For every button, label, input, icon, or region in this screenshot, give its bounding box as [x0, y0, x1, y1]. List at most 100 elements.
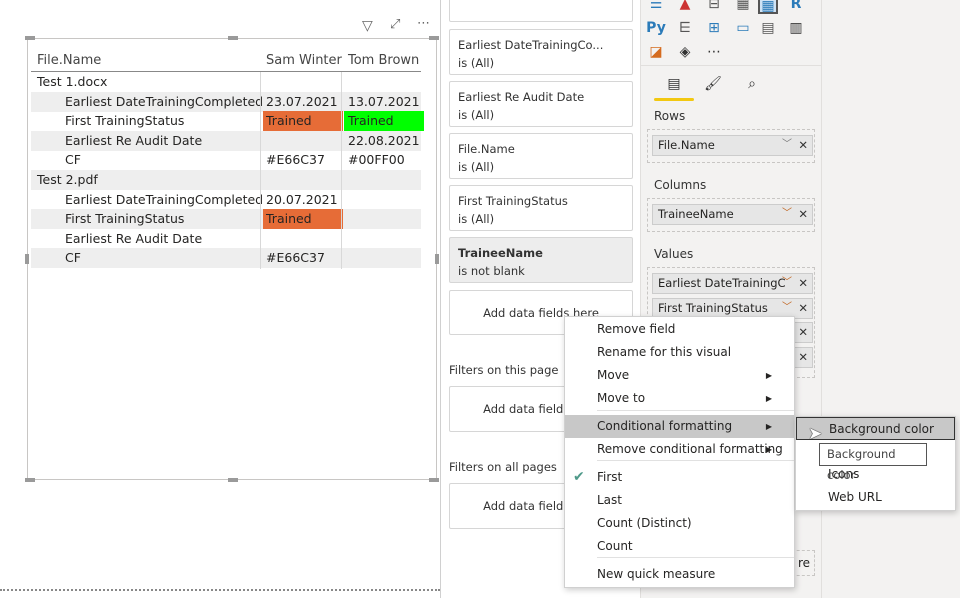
- rows-field-pill[interactable]: File.Name ﹀ ✕: [652, 135, 813, 156]
- filter-card[interactable]: is (All): [449, 0, 633, 22]
- filter-card[interactable]: TraineeName is not blank: [449, 237, 633, 283]
- filter-card[interactable]: First TrainingStatus is (All): [449, 185, 633, 231]
- columns-field-pill[interactable]: TraineeName ﹀ ✕: [652, 204, 813, 225]
- menu-item-icons[interactable]: Icons: [796, 463, 955, 486]
- menu-item-new-quick-measure[interactable]: New quick measure: [565, 563, 794, 586]
- remove-icon[interactable]: ✕: [798, 205, 808, 224]
- filter-card[interactable]: Earliest Re Audit Date is (All): [449, 81, 633, 127]
- resize-handle[interactable]: [228, 36, 238, 40]
- menu-item-remove-field[interactable]: Remove field: [565, 318, 794, 341]
- menu-item-move-to[interactable]: Move to ▶: [565, 387, 794, 410]
- values-label: Values: [654, 247, 694, 261]
- filter-icon[interactable]: ▽: [362, 18, 373, 34]
- column-header-tom-brown[interactable]: Tom Brown: [348, 53, 419, 68]
- resize-handle[interactable]: [25, 254, 29, 264]
- more-visuals-icon[interactable]: ⋯: [704, 42, 724, 62]
- table-row[interactable]: First TrainingStatus Trained Trained: [31, 111, 424, 132]
- cell-sam-winter: 20.07.2021: [266, 191, 338, 207]
- values-field-pill[interactable]: Earliest DateTrainingCompleted﹀ ✕: [652, 273, 813, 294]
- format-tab-icon[interactable]: 🖌: [703, 74, 723, 94]
- table-row[interactable]: Earliest Re Audit Date: [31, 229, 421, 249]
- table-icon[interactable]: ▦: [733, 0, 753, 14]
- resize-handle[interactable]: [429, 478, 439, 482]
- menu-item-label: First: [597, 470, 623, 484]
- submenu-arrow-icon: ▶: [765, 445, 772, 454]
- menu-item-web-url[interactable]: Web URL: [796, 486, 955, 509]
- power-automate-icon[interactable]: ◈: [675, 42, 695, 62]
- analytics-tab-icon[interactable]: ⌕: [742, 74, 762, 94]
- resize-handle[interactable]: [228, 478, 238, 482]
- remove-icon[interactable]: ✕: [798, 348, 808, 367]
- menu-item-first[interactable]: ✔ First: [565, 466, 794, 489]
- table-row[interactable]: Earliest Re Audit Date 22.08.2021: [31, 130, 421, 151]
- cell-tom-brown: [344, 229, 424, 249]
- menu-item-count-distinct[interactable]: Count (Distinct): [565, 512, 794, 535]
- resize-handle[interactable]: [429, 36, 439, 40]
- cell-tom-brown: #00FF00: [348, 152, 405, 168]
- focus-mode-icon[interactable]: ⤢: [390, 17, 400, 32]
- matrix-icon[interactable]: ▦: [758, 0, 778, 14]
- r-visual-icon[interactable]: R: [786, 0, 806, 14]
- group-row[interactable]: Test 2.pdf: [31, 170, 421, 190]
- row-label: First TrainingStatus: [65, 113, 185, 129]
- table-row[interactable]: Earliest DateTrainingCompleted 20.07.202…: [31, 190, 421, 210]
- paginated-report-icon[interactable]: ▥: [786, 18, 806, 38]
- menu-item-conditional-formatting[interactable]: Conditional formatting ▶: [565, 415, 794, 438]
- qna-icon[interactable]: ▭: [733, 18, 753, 38]
- resize-handle[interactable]: [25, 36, 35, 40]
- cell-sam-winter: [263, 170, 343, 190]
- resize-handle[interactable]: [25, 478, 35, 482]
- remove-icon[interactable]: ✕: [798, 323, 808, 342]
- kpi-icon[interactable]: ▲: [675, 0, 695, 14]
- menu-item-remove-conditional-formatting[interactable]: Remove conditional formatting ▶: [565, 438, 794, 461]
- table-row[interactable]: Earliest DateTrainingCompleted 23.07.202…: [31, 91, 421, 112]
- cell-sam-winter: Trained: [263, 111, 343, 132]
- cell-sam-winter: #E66C37: [266, 250, 325, 266]
- chevron-down-icon[interactable]: ﹀: [782, 136, 792, 154]
- menu-item-move[interactable]: Move ▶: [565, 364, 794, 387]
- matrix-visual[interactable]: File.Name Sam Winter Tom Brown Test 1.do…: [25, 36, 439, 482]
- table-row[interactable]: CF #E66C37: [31, 248, 421, 269]
- remove-icon[interactable]: ✕: [798, 274, 808, 293]
- decomposition-tree-icon[interactable]: ⊞: [704, 18, 724, 38]
- cell-sam-winter: Trained: [263, 209, 343, 230]
- row-label: Earliest DateTrainingCompleted: [65, 191, 264, 207]
- group-row[interactable]: Test 1.docx: [31, 72, 421, 92]
- chevron-down-icon[interactable]: ﹀: [782, 274, 792, 292]
- filter-card[interactable]: Earliest DateTrainingCo... is (All): [449, 29, 633, 75]
- menu-item-last[interactable]: Last: [565, 489, 794, 512]
- field-name: First TrainingStatus: [658, 300, 768, 315]
- filter-field-name: Earliest DateTrainingCo...: [458, 38, 604, 52]
- filter-card[interactable]: File.Name is (All): [449, 133, 633, 179]
- slicer-icon[interactable]: ⊟: [704, 0, 724, 14]
- more-options-icon[interactable]: ⋯: [417, 16, 430, 31]
- table-row[interactable]: CF #E66C37 #00FF00: [31, 150, 421, 170]
- power-apps-icon[interactable]: ◪: [646, 42, 666, 62]
- column-header-sam-winter[interactable]: Sam Winter: [266, 53, 342, 68]
- cell-sam-winter: [263, 229, 343, 249]
- remove-icon[interactable]: ✕: [798, 299, 808, 318]
- menu-item-rename-for-this-visual[interactable]: Rename for this visual: [565, 341, 794, 364]
- report-canvas: ▽ ⤢ ⋯ File.Name Sam Winter Tom Brown Tes…: [0, 0, 440, 598]
- menu-item-label: New quick measure: [597, 567, 716, 581]
- resize-handle[interactable]: [435, 254, 439, 264]
- fields-tab-icon[interactable]: ▤: [664, 74, 684, 94]
- chevron-down-icon[interactable]: ﹀: [782, 205, 792, 223]
- filters-on-all-pages-title: Filters on all pages: [449, 460, 557, 474]
- filters-on-page-title: Filters on this page: [449, 363, 559, 377]
- filter-value: is (All): [458, 0, 624, 1]
- multi-row-card-icon[interactable]: ☰: [646, 0, 666, 14]
- menu-item-count[interactable]: Count: [565, 535, 794, 558]
- key-influencers-icon[interactable]: ⋿: [675, 18, 695, 38]
- checkmark-icon: ✔: [573, 469, 585, 485]
- table-row[interactable]: First TrainingStatus Trained: [31, 209, 421, 230]
- chevron-down-icon[interactable]: ﹀: [782, 299, 792, 317]
- remove-icon[interactable]: ✕: [798, 136, 808, 155]
- filter-value: is (All): [458, 56, 495, 70]
- field-context-menu: Remove field Rename for this visual Move ▶ M…: [564, 316, 795, 588]
- row-label: CF: [65, 152, 81, 168]
- smart-narrative-icon[interactable]: ▤: [758, 18, 778, 38]
- python-visual-icon[interactable]: Py: [646, 18, 666, 38]
- column-header-file-name[interactable]: File.Name: [37, 53, 101, 68]
- page-boundary: [0, 589, 440, 591]
